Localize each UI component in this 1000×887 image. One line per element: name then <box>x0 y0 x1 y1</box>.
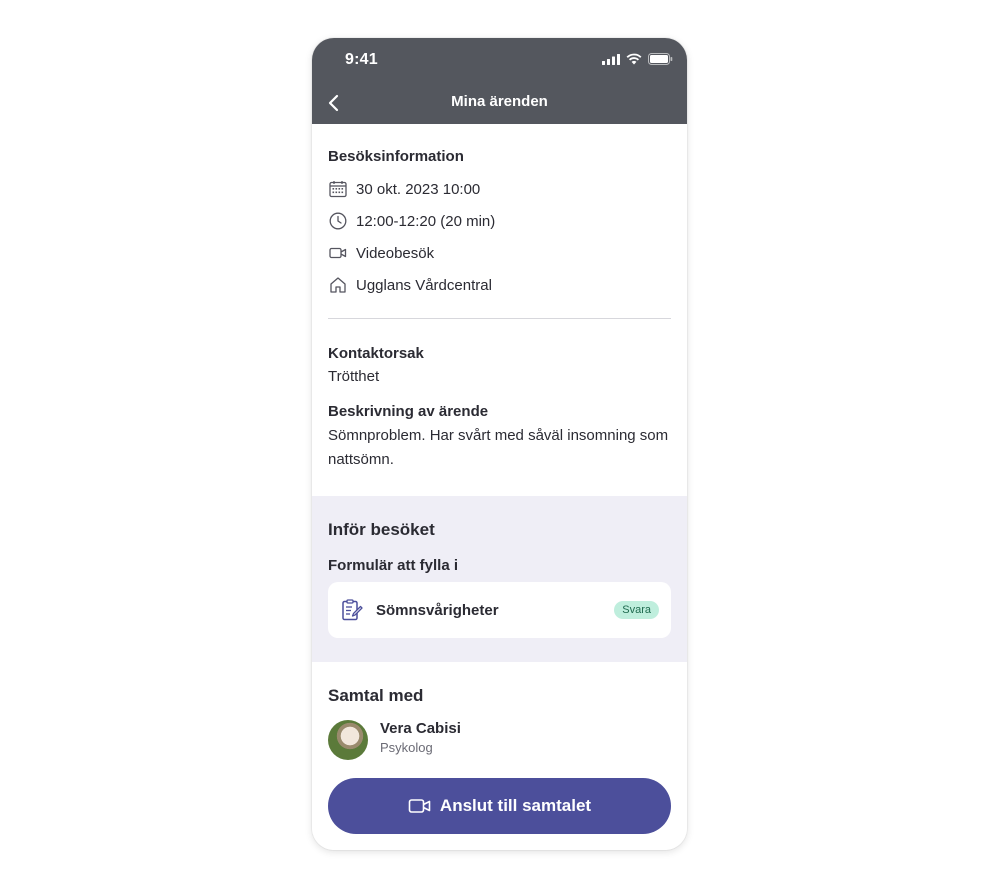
home-icon <box>328 275 348 295</box>
form-status-badge: Svara <box>614 601 659 619</box>
visit-date-row: 30 okt. 2023 10:00 <box>328 173 671 205</box>
contact-reason-label: Kontaktorsak <box>328 345 424 362</box>
visit-info-heading: Besöksinformation <box>328 148 464 165</box>
visit-info-section: Besöksinformation 30 okt. 2023 10:00 12:… <box>312 124 687 301</box>
person-role: Psykolog <box>380 740 433 755</box>
battery-icon <box>648 53 673 65</box>
wifi-icon <box>626 53 642 65</box>
content-scroll[interactable]: Besöksinformation 30 okt. 2023 10:00 12:… <box>312 124 687 764</box>
header-bar: 9:41 Mina ärenden <box>312 38 687 124</box>
conversation-person[interactable]: Vera Cabisi Psykolog <box>328 720 671 760</box>
video-icon <box>328 243 348 263</box>
page-title: Mina ärenden <box>451 93 548 110</box>
visit-location-row: Ugglans Vårdcentral <box>328 269 671 301</box>
visit-time: 12:00-12:20 (20 min) <box>356 212 496 230</box>
person-name: Vera Cabisi <box>380 720 461 737</box>
visit-type: Videobesök <box>356 244 435 262</box>
contact-reason-value: Trötthet <box>328 368 380 385</box>
avatar <box>328 720 368 760</box>
video-icon <box>408 799 431 813</box>
status-time: 9:41 <box>345 51 378 68</box>
conversation-section: Samtal med Vera Cabisi Psykolog <box>312 662 687 760</box>
description-label: Beskrivning av ärende <box>328 403 489 420</box>
visit-type-row: Videobesök <box>328 237 671 269</box>
prep-heading: Inför besöket <box>328 520 435 539</box>
calendar-icon <box>328 179 348 199</box>
description-value: Sömnproblem. Har svårt med såväl insomni… <box>328 427 669 468</box>
clock-icon <box>328 211 348 231</box>
phone-frame: 9:41 Mina ärenden Besöksinformation 30 o… <box>312 38 687 850</box>
form-icon <box>340 598 364 622</box>
visit-date: 30 okt. 2023 10:00 <box>356 180 481 198</box>
bottom-action-bar: Anslut till samtalet <box>312 762 687 850</box>
join-call-button[interactable]: Anslut till samtalet <box>328 778 671 834</box>
signal-icon <box>602 53 620 65</box>
status-icons <box>602 53 673 65</box>
visit-location: Ugglans Vårdcentral <box>356 276 492 294</box>
join-call-label: Anslut till samtalet <box>439 796 592 815</box>
conversation-heading: Samtal med <box>328 686 424 705</box>
forms-label: Formulär att fylla i <box>328 557 459 574</box>
contact-section: Kontaktorsak Trötthet Beskrivning av äre… <box>312 319 687 472</box>
form-card-somnsvarigheter[interactable]: Sömnsvårigheter Svara <box>328 582 671 638</box>
visit-time-row: 12:00-12:20 (20 min) <box>328 205 671 237</box>
form-name: Sömnsvårigheter <box>376 601 499 619</box>
prep-section: Inför besöket Formulär att fylla i Sömns… <box>312 496 687 662</box>
